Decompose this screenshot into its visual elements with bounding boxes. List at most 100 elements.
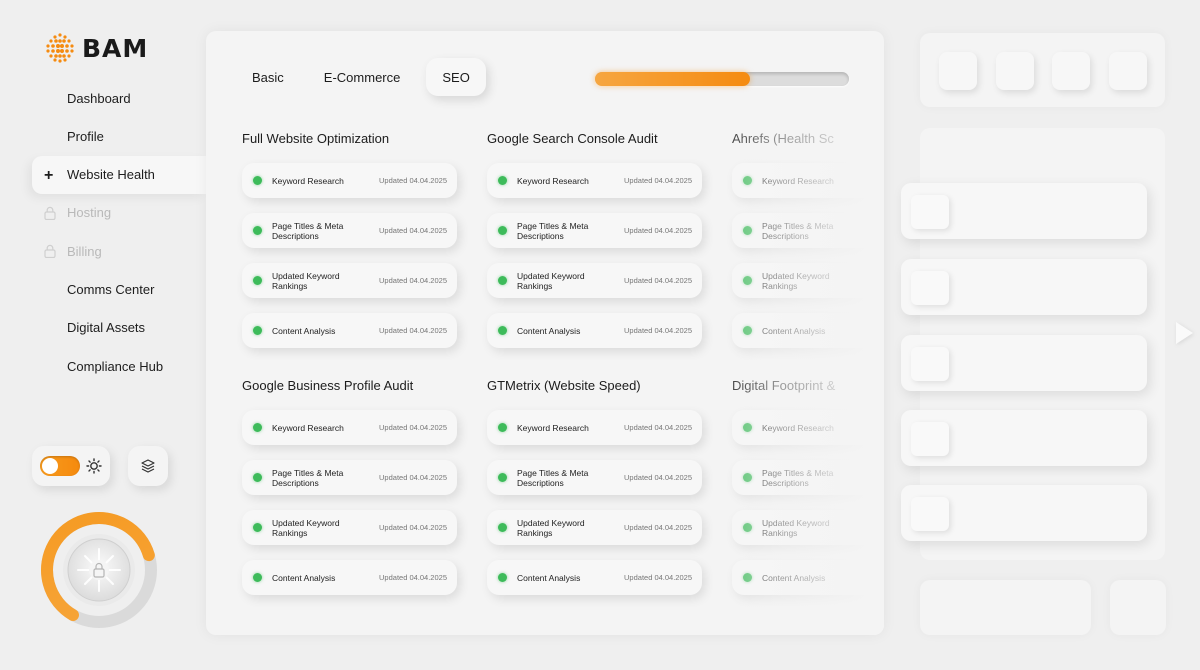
skeleton-button[interactable] [1052, 52, 1090, 90]
item-label: Page Titles & Meta Descriptions [517, 467, 589, 488]
sidebar-item-label: Billing [67, 243, 102, 259]
list-item[interactable]: Page Titles & Meta Descriptions Updated 0… [487, 213, 702, 248]
item-label: Page Titles & Meta Descriptions [762, 467, 834, 488]
sidebar-item-compliance-hub[interactable]: Compliance Hub [0, 347, 206, 385]
item-label: Content Analysis [272, 325, 336, 336]
list-item[interactable]: Updated Keyword Rankings Updated 04.04.20… [242, 510, 457, 545]
tab-e-commerce[interactable]: E-Commerce [310, 58, 415, 96]
list-item[interactable]: Content Analysis Updated 04.04.2025 [242, 560, 457, 595]
skeleton-row[interactable] [901, 485, 1147, 541]
tab-basic[interactable]: Basic [238, 58, 298, 96]
plus-icon: + [44, 166, 54, 184]
sidebar-item-dashboard[interactable]: Dashboard [0, 79, 206, 117]
group-title: Google Business Profile Audit [242, 378, 414, 393]
item-label: Updated Keyword Rankings [517, 270, 585, 291]
skeleton-footer-small[interactable] [1110, 580, 1166, 635]
skeleton-row[interactable] [901, 335, 1147, 391]
list-item[interactable]: Keyword Research [732, 163, 884, 198]
skeleton-row[interactable] [901, 183, 1147, 239]
skeleton-thumb [911, 422, 949, 456]
item-label: Content Analysis [517, 325, 581, 336]
sidebar-item-website-health[interactable]: + Website Health [32, 155, 206, 194]
status-dot [498, 473, 507, 482]
item-updated: Updated 04.04.2025 [624, 176, 692, 185]
list-item[interactable]: Keyword Research [732, 410, 884, 445]
brand-logo[interactable]: BAM [44, 32, 148, 64]
sidebar-item-hosting[interactable]: Hosting [0, 194, 206, 232]
expand-arrow-icon[interactable] [1176, 322, 1193, 344]
main-panel: Basic E-Commerce SEO Full Website Optimi… [206, 31, 884, 635]
item-label: Keyword Research [272, 422, 344, 433]
item-label: Content Analysis [762, 572, 826, 583]
status-dot [253, 423, 262, 432]
lock-icon [44, 245, 56, 259]
item-updated: Updated 04.04.2025 [379, 423, 447, 432]
list-item[interactable]: Page Titles & Meta Descriptions [732, 460, 884, 495]
item-label: Updated Keyword Rankings [272, 270, 340, 291]
list-item[interactable]: Keyword Research Updated 04.04.2025 [487, 163, 702, 198]
theme-toggle[interactable] [40, 456, 80, 476]
layers-icon [141, 459, 155, 473]
skeleton-footer-wide[interactable] [920, 580, 1091, 635]
status-dot [498, 423, 507, 432]
list-item[interactable]: Content Analysis Updated 04.04.2025 [487, 560, 702, 595]
item-updated: Updated 04.04.2025 [624, 226, 692, 235]
list-item[interactable]: Keyword Research Updated 04.04.2025 [487, 410, 702, 445]
item-updated: Updated 04.04.2025 [624, 276, 692, 285]
status-dot [743, 276, 752, 285]
audit-group-full-website-optimization: Full Website Optimization Keyword Resear… [242, 131, 457, 348]
skeleton-button[interactable] [1109, 52, 1147, 90]
list-item[interactable]: Keyword Research Updated 04.04.2025 [242, 163, 457, 198]
status-dot [743, 326, 752, 335]
status-dot [253, 573, 262, 582]
sidebar-item-digital-assets[interactable]: Digital Assets [0, 309, 206, 347]
skeleton-button[interactable] [996, 52, 1034, 90]
sidebar-item-billing[interactable]: Billing [0, 232, 206, 270]
audit-group-google-search-console: Google Search Console Audit Keyword Rese… [487, 131, 702, 348]
list-item[interactable]: Updated Keyword Rankings [732, 263, 884, 298]
group-title: Google Search Console Audit [487, 131, 658, 146]
list-item[interactable]: Content Analysis Updated 04.04.2025 [242, 313, 457, 348]
item-label: Keyword Research [517, 175, 589, 186]
item-updated: Updated 04.04.2025 [379, 473, 447, 482]
sidebar-item-profile[interactable]: Profile [0, 117, 206, 155]
item-label: Keyword Research [762, 175, 834, 186]
item-label: Keyword Research [517, 422, 589, 433]
status-dot [743, 176, 752, 185]
list-item[interactable]: Updated Keyword Rankings [732, 510, 884, 545]
tab-seo[interactable]: SEO [426, 58, 486, 96]
list-item[interactable]: Content Analysis [732, 313, 884, 348]
sidebar-nav: Dashboard Profile + Website Health Hosti… [0, 79, 206, 385]
item-updated: Updated 04.04.2025 [379, 226, 447, 235]
tab-bar: Basic E-Commerce SEO [238, 58, 486, 96]
list-item[interactable]: Page Titles & Meta Descriptions [732, 213, 884, 248]
item-updated: Updated 04.04.2025 [379, 176, 447, 185]
status-dot [743, 573, 752, 582]
list-item[interactable]: Keyword Research Updated 04.04.2025 [242, 410, 457, 445]
list-item[interactable]: Updated Keyword Rankings Updated 04.04.20… [242, 263, 457, 298]
audit-group-google-business-profile: Google Business Profile Audit Keyword Re… [242, 378, 457, 595]
group-title: GTMetrix (Website Speed) [487, 378, 641, 393]
item-updated: Updated 04.04.2025 [624, 423, 692, 432]
layers-button[interactable] [128, 446, 168, 486]
list-item[interactable]: Page Titles & Meta Descriptions Updated 0… [242, 460, 457, 495]
list-item[interactable]: Content Analysis [732, 560, 884, 595]
security-dial[interactable] [40, 511, 158, 629]
item-label: Updated Keyword Rankings [762, 270, 830, 291]
item-label: Content Analysis [762, 325, 826, 336]
list-item[interactable]: Updated Keyword Rankings Updated 04.04.20… [487, 510, 702, 545]
list-item[interactable]: Content Analysis Updated 04.04.2025 [487, 313, 702, 348]
list-item[interactable]: Page Titles & Meta Descriptions Updated 0… [242, 213, 457, 248]
list-item[interactable]: Updated Keyword Rankings Updated 04.04.20… [487, 263, 702, 298]
item-label: Content Analysis [272, 572, 336, 583]
list-item[interactable]: Page Titles & Meta Descriptions Updated 0… [487, 460, 702, 495]
logo-mark-icon [46, 33, 74, 63]
skeleton-button[interactable] [939, 52, 977, 90]
group-title: Digital Footprint & [732, 378, 836, 393]
sidebar-item-comms-center[interactable]: Comms Center [0, 270, 206, 308]
skeleton-thumb [911, 497, 949, 531]
item-updated: Updated 04.04.2025 [624, 573, 692, 582]
skeleton-thumb [911, 347, 949, 381]
skeleton-row[interactable] [901, 259, 1147, 315]
skeleton-row[interactable] [901, 410, 1147, 466]
